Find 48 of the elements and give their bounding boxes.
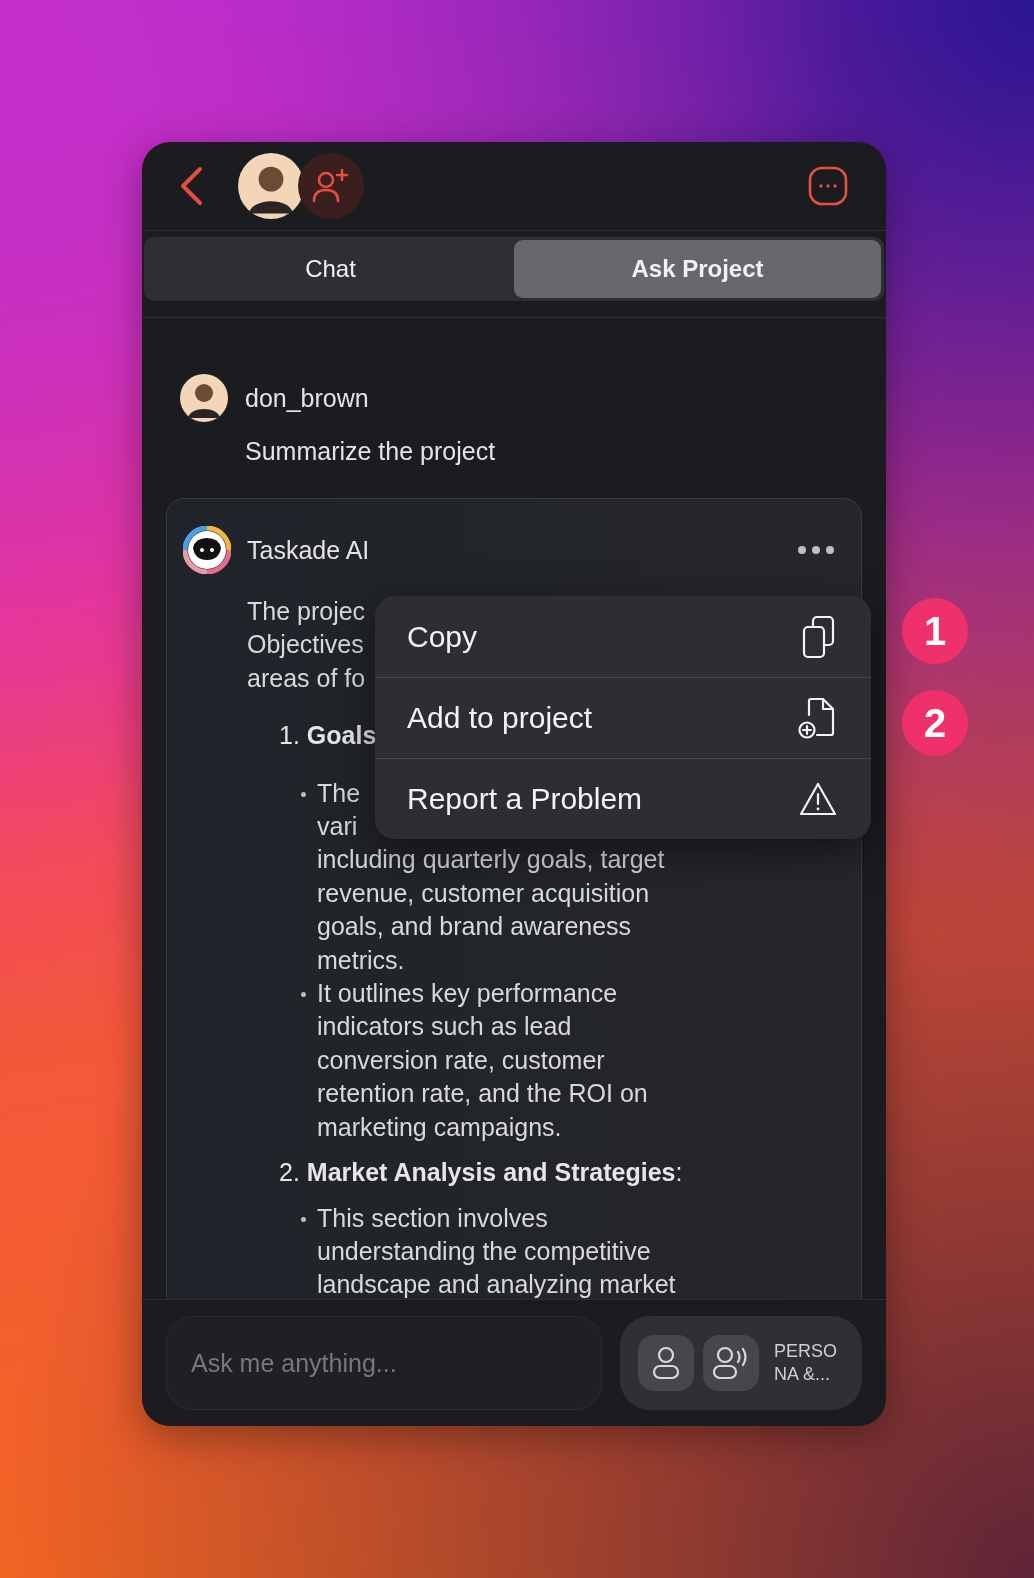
logo-icon (183, 526, 231, 574)
text-line: goals, and brand awareness (317, 911, 632, 943)
text-line: revenue, customer acquisition (317, 877, 650, 909)
menu-item[interactable]: Add to project (375, 677, 871, 758)
text-line: indicators such as lead (317, 1011, 572, 1043)
bullet-dot (301, 1216, 306, 1222)
text-line: conversion rate, customer (317, 1044, 605, 1076)
message-options-button[interactable] (797, 545, 835, 555)
tab[interactable]: Ask Project (514, 240, 881, 298)
text-line: vari (317, 811, 358, 843)
text-line: including quarterly goals, target (317, 844, 665, 876)
message-input[interactable]: Ask me anything... (166, 1316, 602, 1410)
bullet-dot (301, 992, 306, 998)
user-icon (651, 1346, 681, 1380)
add-user-icon (311, 167, 351, 205)
text-line: marketing campaigns. (317, 1111, 562, 1143)
step-number: 2 (902, 690, 968, 756)
persona-button[interactable] (638, 1335, 694, 1391)
speaking-user-icon (713, 1346, 749, 1380)
copy-icon (801, 614, 837, 659)
section-heading: 1. Goals (279, 720, 377, 752)
text-line: landscape and analyzing market (317, 1269, 676, 1299)
menu-item[interactable]: Copy (375, 596, 871, 677)
text-line: The (317, 777, 361, 809)
author-name: don_brown (245, 383, 369, 413)
section-heading: 2. Market Analysis and Strategies: (279, 1157, 683, 1189)
tab[interactable]: Chat (147, 240, 514, 298)
avatar (180, 374, 228, 422)
text-line: metrics. (317, 944, 405, 976)
bullet-dot (301, 791, 306, 797)
more-icon (808, 166, 848, 206)
step-number: 1 (902, 598, 968, 664)
persona-selector[interactable]: PERSO NA &... (768, 1340, 838, 1386)
add-document-icon (797, 697, 837, 739)
message-paragraph: The projec Objectives areas of fo (247, 596, 366, 694)
text-line: understanding the competitive (317, 1235, 651, 1267)
text-line: retention rate, and the ROI on (317, 1078, 648, 1110)
back-icon (178, 166, 204, 206)
text-line: This section involves (317, 1202, 548, 1234)
author-name: Taskade AI (247, 535, 370, 565)
menu-item[interactable]: Report a Problem (375, 758, 871, 839)
message-text: Summarize the project (245, 436, 497, 467)
warning-icon (799, 782, 837, 816)
ellipsis-icon (797, 545, 835, 555)
voice-button[interactable] (703, 1335, 759, 1391)
more-button[interactable] (808, 166, 848, 206)
back-button[interactable] (178, 166, 204, 206)
text-line: It outlines key performance (317, 978, 618, 1010)
